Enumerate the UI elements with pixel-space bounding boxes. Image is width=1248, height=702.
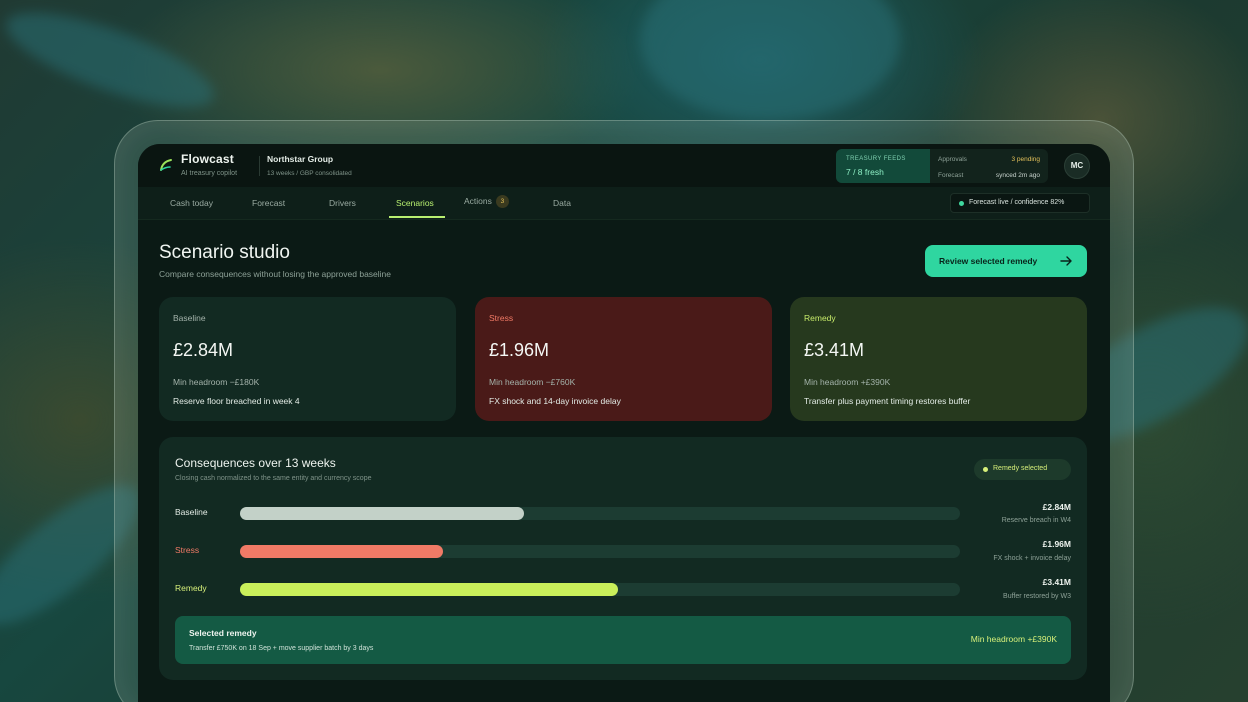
app-tagline: AI treasury copilot (181, 170, 238, 177)
consequences-title: Consequences over 13 weeks (175, 456, 336, 470)
consequence-bar-track (240, 545, 960, 558)
approvals-value[interactable]: 3 pending (1011, 156, 1040, 163)
consequence-row-value: £1.96M (1042, 539, 1071, 549)
consequence-row-value: £3.41M (1042, 577, 1071, 587)
remedy-selected-text: Remedy selected (993, 465, 1048, 472)
org-scope: 13 weeks / GBP consolidated (267, 170, 352, 177)
scenario-min-headroom: Min headroom +£390K (804, 377, 891, 387)
scenario-value: £2.84M (173, 340, 234, 360)
tab-forecast[interactable]: Forecast (252, 198, 285, 208)
consequences-panel: Consequences over 13 weeks Closing cash … (159, 437, 1087, 680)
background-river (640, 0, 900, 120)
selected-remedy-detail: Transfer £750K on 18 Sep + move supplier… (189, 645, 374, 652)
tab-scenarios[interactable]: Scenarios (396, 198, 434, 208)
feeds-status: TREASURY FEEDS 7 / 8 fresh (836, 149, 930, 183)
app-name: Flowcast (181, 152, 234, 166)
page-subtitle: Compare consequences without losing the … (159, 269, 392, 279)
forecast-sync-label: Forecast (938, 172, 964, 179)
tab-actions[interactable]: Actions 3 (464, 195, 509, 208)
tab-actions-label: Actions (464, 195, 492, 206)
consequence-bar-track (240, 507, 960, 520)
scenario-note: Transfer plus payment timing restores bu… (804, 396, 971, 406)
forecast-sync-value: synced 2m ago (995, 172, 1040, 179)
approvals-label: Approvals (938, 156, 967, 163)
tab-drivers[interactable]: Drivers (329, 198, 356, 208)
consequence-bar-baseline (240, 507, 525, 520)
tab-data[interactable]: Data (553, 198, 571, 208)
consequence-row-value: £2.84M (1042, 502, 1071, 512)
scenario-note: FX shock and 14-day invoice delay (489, 396, 621, 406)
scenario-min-headroom: Min headroom −£180K (173, 377, 260, 387)
consequence-row-note: FX shock + invoice delay (993, 555, 1071, 562)
forecast-live-text: Forecast live / confidence 82% (969, 199, 1065, 206)
consequence-bar-track (240, 583, 960, 596)
tab-cash-today[interactable]: Cash today (170, 198, 213, 208)
review-remedy-label: Review selected remedy (939, 256, 1038, 266)
forecast-live-status: Forecast live / confidence 82% (950, 193, 1090, 213)
consequences-subtitle: Closing cash normalized to the same enti… (175, 475, 372, 482)
consequence-bar-stress (240, 545, 444, 558)
background-river (0, 0, 224, 126)
consequence-row-note: Reserve breach in W4 (1001, 517, 1071, 524)
scenario-note: Reserve floor breached in week 4 (173, 396, 300, 406)
scenario-card-baseline[interactable]: Baseline £2.84M Min headroom −£180K Rese… (159, 297, 456, 421)
scenario-value: £1.96M (489, 340, 550, 360)
remedy-selected-pill: Remedy selected (974, 459, 1071, 480)
consequence-row-label: Baseline (175, 507, 208, 517)
feeds-value: 7 / 8 fresh (846, 167, 884, 177)
user-avatar[interactable]: MC (1064, 153, 1090, 179)
divider (259, 156, 260, 176)
org-name[interactable]: Northstar Group (267, 154, 333, 164)
scenario-card-stress[interactable]: Stress £1.96M Min headroom −£760K FX sho… (475, 297, 772, 421)
flowcast-logo-icon (160, 159, 172, 171)
consequence-row-label: Remedy (175, 583, 207, 593)
arrow-right-icon (1060, 256, 1072, 266)
review-remedy-button[interactable]: Review selected remedy (925, 245, 1087, 277)
top-bar: Flowcast AI treasury copilot Northstar G… (138, 144, 1110, 187)
scenario-min-headroom: Min headroom −£760K (489, 377, 576, 387)
scenario-label: Remedy (804, 313, 836, 323)
actions-count-badge: 3 (495, 195, 509, 208)
selected-remedy-title: Selected remedy (189, 628, 257, 638)
scenario-value: £3.41M (804, 340, 865, 360)
treasury-feeds-widget[interactable]: TREASURY FEEDS 7 / 8 fresh Approvals 3 p… (836, 149, 1048, 183)
scenario-card-remedy[interactable]: Remedy £3.41M Min headroom +£390K Transf… (790, 297, 1087, 421)
consequence-bar-remedy (240, 583, 618, 596)
page-title: Scenario studio (159, 242, 290, 263)
active-tab-indicator (389, 216, 445, 218)
feeds-label: TREASURY FEEDS (846, 156, 906, 162)
scenario-label: Baseline (173, 313, 206, 323)
selected-dot-icon (983, 467, 988, 472)
selected-remedy-box[interactable]: Selected remedy Transfer £750K on 18 Sep… (175, 616, 1071, 664)
app-window: Flowcast AI treasury copilot Northstar G… (138, 144, 1110, 702)
consequence-row-label: Stress (175, 545, 200, 555)
selected-remedy-headroom: Min headroom +£390K (970, 634, 1057, 644)
live-dot-icon (959, 201, 964, 206)
scenario-label: Stress (489, 313, 514, 323)
consequence-row-note: Buffer restored by W3 (1003, 593, 1071, 600)
